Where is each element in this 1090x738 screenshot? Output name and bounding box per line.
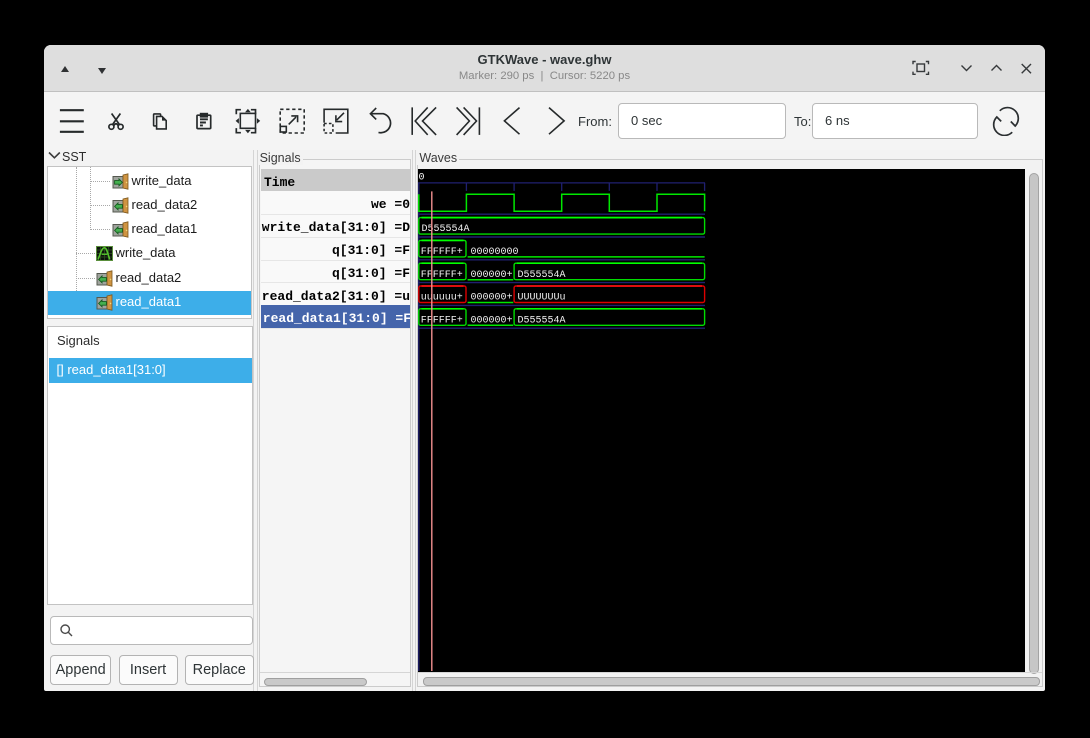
svg-text:FFFFFF+: FFFFFF+ — [420, 315, 462, 326]
svg-text:FFFFFF+: FFFFFF+ — [420, 270, 462, 281]
svg-text:UUUUUUUu: UUUUUUUu — [517, 293, 565, 304]
svg-text:D555554A: D555554A — [421, 224, 469, 235]
svg-text:000000+: 000000+ — [470, 293, 512, 304]
svg-text:0: 0 — [418, 173, 424, 184]
svg-text:00000000: 00000000 — [470, 247, 518, 258]
svg-text:D555554A: D555554A — [517, 315, 565, 326]
svg-text:D555554A: D555554A — [517, 270, 565, 281]
svg-text:000000+: 000000+ — [470, 270, 512, 281]
svg-text:FFFFFF+: FFFFFF+ — [420, 247, 462, 258]
svg-text:000000+: 000000+ — [470, 315, 512, 326]
svg-text:uuuuuu+: uuuuuu+ — [420, 293, 462, 304]
